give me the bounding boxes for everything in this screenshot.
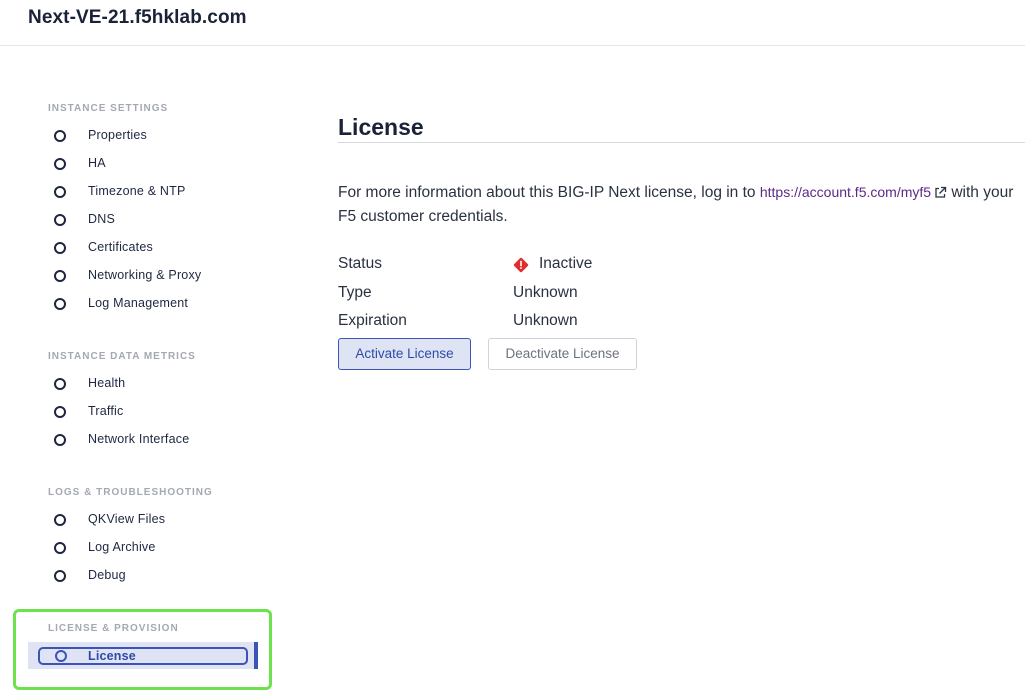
sidebar-item-dns[interactable]: DNS [40,209,250,231]
external-link-icon [935,186,947,198]
type-label: Type [338,284,372,301]
myf5-link-text: https://account.f5.com/myf5 [759,184,932,200]
sidebar-item-label: Health [88,376,126,390]
warning-diamond-icon [513,257,529,273]
sidebar-item-network-interface[interactable]: Network Interface [40,429,250,451]
radio-icon [54,570,66,582]
sidebar-item-label: Traffic [88,404,124,418]
sidebar-item-log-management[interactable]: Log Management [40,293,250,315]
sidebar-item-debug[interactable]: Debug [40,565,250,587]
sidebar-item-label: Log Management [88,296,189,310]
sidebar-section-instance-settings: INSTANCE SETTINGS [48,103,169,114]
radio-icon [54,158,66,170]
sidebar-item-properties[interactable]: Properties [40,125,250,147]
sidebar-item-log-archive[interactable]: Log Archive [40,537,250,559]
sidebar-item-label: License [88,649,136,663]
type-value: Unknown [513,284,578,301]
expiration-label: Expiration [338,312,407,329]
active-item-indicator [254,642,258,669]
sidebar-item-label: Network Interface [88,432,190,446]
info-prefix: For more information about this BIG-IP N… [338,184,760,201]
sidebar-item-label: Properties [88,128,147,142]
license-info-text: For more information about this BIG-IP N… [338,180,1018,229]
instance-hostname: Next-VE-21.f5hklab.com [28,7,247,28]
title-divider [338,142,1025,143]
sidebar-item-health[interactable]: Health [40,373,250,395]
sidebar-item-qkview-files[interactable]: QKView Files [40,509,250,531]
sidebar-item-label: DNS [88,212,115,226]
radio-icon [54,514,66,526]
sidebar-item-label: HA [88,156,106,170]
sidebar-item-timezone-ntp[interactable]: Timezone & NTP [40,181,250,203]
sidebar-item-label: Debug [88,568,126,582]
sidebar-item-certificates[interactable]: Certificates [40,237,250,259]
sidebar-item-traffic[interactable]: Traffic [40,401,250,423]
sidebar-item-label: QKView Files [88,512,166,526]
radio-icon [54,214,66,226]
page-title: License [338,114,424,140]
sidebar-section-license-provision: LICENSE & PROVISION [48,623,179,634]
activate-license-button[interactable]: Activate License [338,338,471,370]
sidebar-item-label: Log Archive [88,540,156,554]
status-label: Status [338,255,382,272]
radio-icon [54,242,66,254]
radio-icon [54,542,66,554]
radio-icon [54,298,66,310]
radio-icon [54,270,66,282]
status-value: Inactive [539,255,593,272]
radio-icon [54,406,66,418]
sidebar-item-networking-proxy[interactable]: Networking & Proxy [40,265,250,287]
sidebar-item-label: Certificates [88,240,153,254]
deactivate-license-button[interactable]: Deactivate License [488,338,637,370]
sidebar-item-label: Timezone & NTP [88,184,186,198]
expiration-value: Unknown [513,312,578,329]
radio-icon [54,130,66,142]
radio-icon [54,186,66,198]
sidebar-item-ha[interactable]: HA [40,153,250,175]
sidebar-item-label: Networking & Proxy [88,268,202,282]
sidebar-section-logs-troubleshooting: LOGS & TROUBLESHOOTING [48,487,213,498]
radio-icon [54,434,66,446]
radio-icon [55,650,67,662]
radio-icon [54,378,66,390]
sidebar-section-instance-data-metrics: INSTANCE DATA METRICS [48,351,196,362]
myf5-account-link[interactable]: https://account.f5.com/myf5 [760,184,947,200]
page-header: Next-VE-21.f5hklab.com [0,0,1025,46]
sidebar-item-license[interactable]: License [38,647,248,665]
